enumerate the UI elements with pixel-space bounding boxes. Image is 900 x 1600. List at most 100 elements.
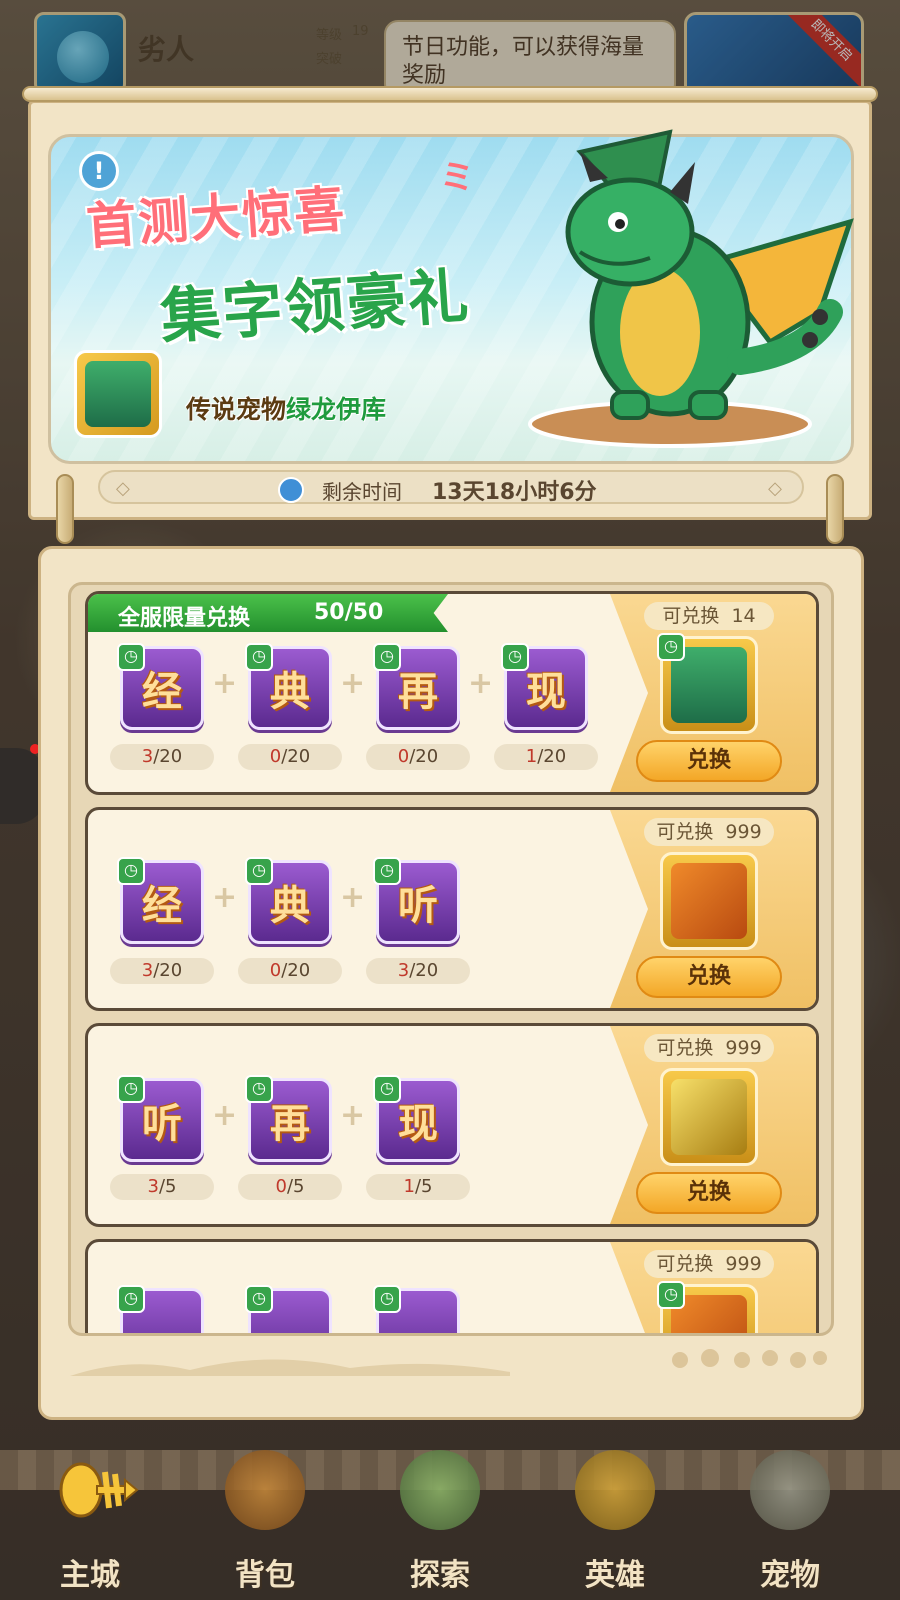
word-item[interactable]: ◷ 经 [117,643,204,730]
exchange-button[interactable]: 兑换 [636,956,782,998]
nav-main-city[interactable]: 主城 [20,1440,160,1600]
plus-icon: + [340,880,366,915]
word-item[interactable]: ◷ 典 [245,643,332,730]
item-char: 现 [526,669,566,715]
pet-icon [750,1450,830,1530]
clock-icon [278,477,304,503]
exchangeable-value: 999 [725,1253,762,1275]
nav-explore[interactable]: 探索 [370,1440,510,1600]
exchangeable-count: 可兑换 999 [644,1250,774,1278]
reward-dragon-pet[interactable]: ◷ [657,633,758,734]
plus-icon: + [212,666,238,701]
hook-right [826,474,844,544]
nav-label: 英雄 [585,1558,645,1593]
scroll-rod [22,86,878,102]
item-count: 0/20 [366,744,470,770]
item-count: 3/5 [110,1174,214,1200]
ornament-left-icon: ◇ [116,478,130,499]
nav-bag[interactable]: 背包 [195,1440,335,1600]
exchange-list[interactable]: 全服限量兑换 50/50 ◷ 经 + ◷ 典 + ◷ 再 + ◷ 现 3/20 0/20… [68,582,834,1336]
pet-caption: 传说宠物绿龙伊库 [186,390,386,426]
exchange-button[interactable]: 兑换 [636,740,782,782]
word-item[interactable]: ◷ 现 [501,643,588,730]
clock-badge-icon: ◷ [245,1285,273,1313]
reward-image [671,1079,747,1155]
plus-icon: + [468,666,494,701]
plus-icon: + [340,666,366,701]
item-char: 经 [142,883,182,929]
reward-item[interactable]: ◷ [657,1281,758,1333]
word-item[interactable]: ◷ [245,1285,332,1333]
count-need: /5 [158,1176,177,1197]
exchangeable-value: 999 [725,1037,762,1059]
word-item[interactable]: ◷ 经 [117,857,204,944]
exchangeable-count: 可兑换 999 [644,818,774,846]
nav-label: 宠物 [760,1558,820,1593]
hero-icon [575,1450,655,1530]
word-item[interactable]: ◷ 听 [117,1075,204,1162]
item-count: 3/20 [110,744,214,770]
fishbone-icon [59,1462,139,1518]
exchangeable-value: 14 [731,605,756,627]
pet-caption-name: 绿龙伊库 [286,395,387,424]
count-have: 0 [397,746,410,767]
reward-image [671,863,747,939]
exchangeable-count: 可兑换 999 [644,1034,774,1062]
pet-thumbnail[interactable] [74,350,162,438]
count-need: /20 [153,960,183,981]
hook-left [56,474,74,544]
exchange-card: ◷ ◷ ◷ 可兑换 999 ◷ [85,1239,819,1333]
count-have: 3 [141,746,154,767]
count-need: /20 [153,746,183,767]
clock-badge-icon: ◷ [117,1285,145,1313]
count-have: 1 [403,1176,415,1197]
pet-caption-prefix: 传说宠物 [186,395,287,424]
word-item[interactable]: ◷ 再 [373,643,460,730]
exchangeable-label: 可兑换 [656,1253,714,1275]
plus-icon: + [212,1098,238,1133]
item-char: 经 [142,669,182,715]
reward-rune-stone[interactable] [660,852,758,950]
item-count: 3/20 [366,958,470,984]
word-item[interactable]: ◷ 现 [373,1075,460,1162]
item-count: 1/20 [494,744,598,770]
item-char: 听 [398,883,438,929]
clock-badge-icon: ◷ [657,1281,685,1309]
limit-tag: 全服限量兑换 50/50 [88,594,448,632]
exchangeable-value: 999 [725,821,762,843]
spark-icon: ミ [440,158,474,198]
nav-label: 主城 [60,1558,120,1593]
word-item[interactable]: ◷ [373,1285,460,1333]
exchange-card: 全服限量兑换 50/50 ◷ 经 + ◷ 典 + ◷ 再 + ◷ 现 3/20 0/20… [85,591,819,795]
bottom-navigation: 主城 背包 探索 英雄 宠物 [0,1420,900,1600]
item-char: 典 [270,883,310,929]
nav-pet[interactable]: 宠物 [720,1440,860,1600]
item-count: 0/5 [238,1174,342,1200]
word-item[interactable]: ◷ 再 [245,1075,332,1162]
item-char: 听 [142,1101,182,1147]
exchangeable-label: 可兑换 [656,1037,714,1059]
count-have: 0 [275,1176,287,1197]
ornament-right-icon: ◇ [768,478,782,499]
map-icon [400,1450,480,1530]
count-have: 0 [269,746,282,767]
limit-label: 全服限量兑换 [118,606,251,631]
count-need: /20 [537,746,567,767]
limit-value: 50/50 [314,600,384,625]
reward-gold-card[interactable] [660,1068,758,1166]
nav-hero[interactable]: 英雄 [545,1440,685,1600]
count-have: 1 [525,746,538,767]
word-item[interactable]: ◷ 典 [245,857,332,944]
timer-label: 剩余时间 [322,480,402,504]
exchange-card: ◷ 经 + ◷ 典 + ◷ 听 3/20 0/20 3/20 可兑换 999 兑换 [85,807,819,1011]
item-count: 3/20 [110,958,214,984]
word-item[interactable]: ◷ 听 [373,857,460,944]
item-char: 典 [270,669,310,715]
exchange-card: ◷ 听 + ◷ 再 + ◷ 现 3/5 0/5 1/5 可兑换 999 兑换 [85,1023,819,1227]
count-have: 3 [147,1176,159,1197]
item-char: 再 [398,669,438,715]
word-item[interactable]: ◷ [117,1285,204,1333]
item-count: 1/5 [366,1174,470,1200]
exchange-button[interactable]: 兑换 [636,1172,782,1214]
count-need: /20 [281,960,311,981]
